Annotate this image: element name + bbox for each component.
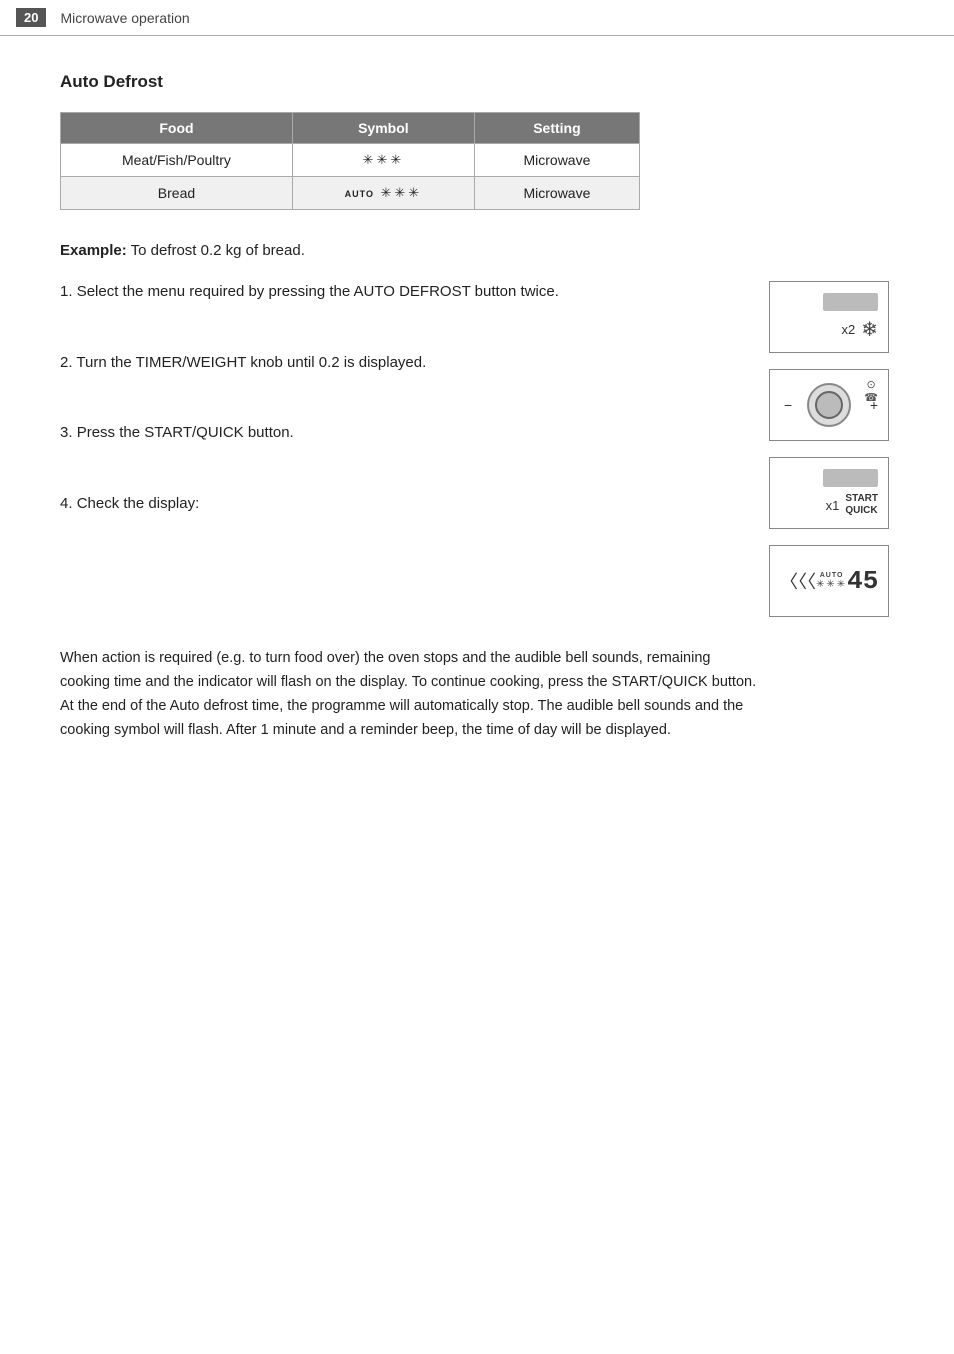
diag3-bar [823,469,878,487]
diag4-dots: ✳✳✳ [816,579,847,590]
step-1-number: 1. [60,283,73,300]
row2-setting: Microwave [474,177,639,210]
page-number: 20 [16,8,46,27]
knob-icons: ⊙ ☎ [864,378,878,404]
section-title: Auto Defrost [60,72,894,92]
col-food: Food [61,113,293,144]
diag3-x1-label: x1 [826,498,840,513]
defrost-table: Food Symbol Setting Meat/Fish/Poultry ✳✳… [60,112,640,210]
example-text: To defrost 0.2 kg of bread. [127,242,305,259]
knob-icon-top: ⊙ [867,378,876,391]
row2-food: Bread [61,177,293,210]
step-3-number: 3. [60,424,73,441]
step-4-text: Check the display: [77,495,200,512]
microwave-wave-icon: 〈〈〈 [780,568,816,594]
step-1: 1. Select the menu required by pressing … [60,281,734,304]
diag1-x2-label: x2 [842,322,856,337]
table-row: Meat/Fish/Poultry ✳✳✳ Microwave [61,144,640,177]
step-3-text: Press the START/QUICK button. [77,424,294,441]
example-paragraph: Example: To defrost 0.2 kg of bread. [60,242,894,259]
steps-list: 1. Select the menu required by pressing … [60,281,764,563]
row2-symbol: AUTO ✳✳✳ [292,177,474,210]
diagram-start-quick-button: x1 START QUICK [769,457,889,529]
header-bar: 20 Microwave operation [0,0,954,36]
diagram-display: 〈〈〈 AUTO ✳✳✳ 45 [769,545,889,617]
knob-icon-bottom: ☎ [864,391,878,404]
diag3-start: START [845,493,878,505]
step-2-text: Turn the TIMER/WEIGHT knob until 0.2 is … [76,354,426,371]
table-row: Bread AUTO ✳✳✳ Microwave [61,177,640,210]
step-4-number: 4. [60,495,73,512]
col-setting: Setting [474,113,639,144]
row1-food: Meat/Fish/Poultry [61,144,293,177]
steps-and-diagrams: 1. Select the menu required by pressing … [60,281,894,617]
diag1-snowflake-icon: ❄ [861,317,878,342]
row1-setting: Microwave [474,144,639,177]
step-2-number: 2. [60,354,73,371]
diag4-number: 45 [847,566,878,596]
example-label: Example: [60,242,127,259]
diagram-auto-defrost-button: x2 ❄ [769,281,889,353]
info-paragraph: When action is required (e.g. to turn fo… [60,647,760,743]
row1-symbol: ✳✳✳ [292,144,474,177]
diag4-auto-label: AUTO [820,572,844,579]
step-3: 3. Press the START/QUICK button. [60,422,734,445]
knob-minus-label: − [784,397,792,413]
main-content: Auto Defrost Food Symbol Setting Meat/Fi… [0,36,954,779]
diagram-timer-knob: − + ⊙ ☎ [769,369,889,441]
step-4: 4. Check the display: [60,493,734,516]
diag1-bar [823,293,878,311]
diag3-button-label: START QUICK [845,493,878,517]
diag3-quick: QUICK [845,505,878,517]
step-2: 2. Turn the TIMER/WEIGHT knob until 0.2 … [60,352,734,375]
step-1-text: Select the menu required by pressing the… [77,283,559,300]
col-symbol: Symbol [292,113,474,144]
knob-circle [807,383,851,427]
diag4-middle: AUTO ✳✳✳ [816,572,847,590]
header-title: Microwave operation [60,10,189,26]
knob-inner [815,391,843,419]
diagrams-col: x2 ❄ − + ⊙ ☎ [764,281,894,617]
